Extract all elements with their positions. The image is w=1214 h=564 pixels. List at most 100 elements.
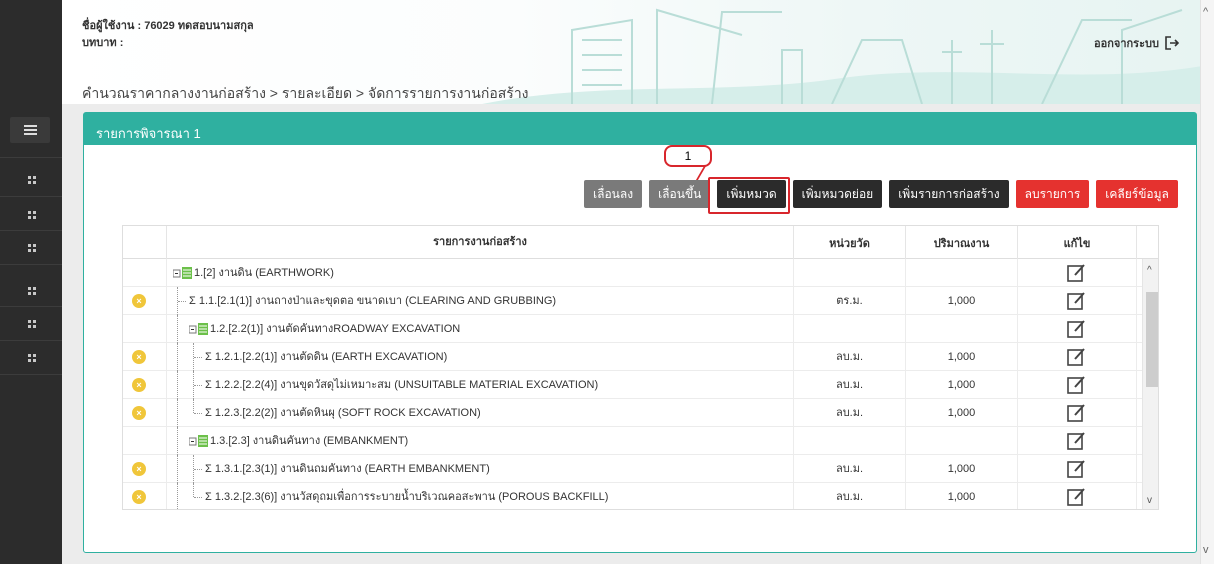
page-header: ชื่อผู้ใช้งาน : 76029 ทดสอบนามสกุล บทบาท… bbox=[62, 0, 1200, 104]
row-unit: ลบ.ม. bbox=[794, 371, 906, 399]
sidebar-item-5-icon[interactable] bbox=[28, 320, 36, 328]
delete-row-icon[interactable]: × bbox=[132, 462, 146, 476]
row-name: Σ 1.2.1.[2.2(1)] งานตัดดิน (EARTH EXCAVA… bbox=[205, 351, 448, 363]
breadcrumb: คำนวณราคากลางงานก่อสร้าง > รายละเอียด > … bbox=[82, 85, 529, 101]
table-scroll-up-icon[interactable]: ^ bbox=[1147, 265, 1152, 276]
edit-icon[interactable] bbox=[1066, 319, 1086, 339]
sidebar-divider bbox=[0, 196, 62, 197]
table-scroll-thumb[interactable] bbox=[1146, 292, 1158, 387]
row-name: 1.2.[2.2(1)] งานตัดคันทางROADWAY EXCAVAT… bbox=[210, 323, 461, 335]
row-unit bbox=[794, 427, 906, 455]
row-quantity: 1,000 bbox=[906, 399, 1018, 427]
sidebar-item-3-icon[interactable] bbox=[28, 244, 36, 252]
table-row[interactable]: 1.[2] งานดิน (EARTHWORK) bbox=[123, 259, 1142, 287]
tree-folder-icon[interactable] bbox=[173, 266, 193, 280]
user-role-label: บทบาท : bbox=[82, 37, 124, 49]
sidebar-divider bbox=[0, 306, 62, 307]
table-body: 1.[2] งานดิน (EARTHWORK) × Σ 1.1.[2.1(1)… bbox=[123, 259, 1142, 509]
sidebar-divider bbox=[0, 340, 62, 341]
row-name: 1.3.[2.3] งานดินคันทาง (EMBANKMENT) bbox=[210, 435, 409, 447]
row-quantity: 1,000 bbox=[906, 455, 1018, 483]
logout-label: ออกจากระบบ bbox=[1094, 38, 1159, 50]
table-row[interactable]: × Σ 1.2.1.[2.2(1)] งานตัดดิน (EARTH EXCA… bbox=[123, 343, 1142, 371]
table-row[interactable]: × Σ 1.2.3.[2.2(2)] งานตัดหินผุ (SOFT ROC… bbox=[123, 399, 1142, 427]
construction-items-table: รายการงานก่อสร้าง หน่วยวัด ปริมาณงาน แก้… bbox=[122, 225, 1159, 510]
scroll-down-icon[interactable]: v bbox=[1203, 544, 1209, 556]
row-unit: ลบ.ม. bbox=[794, 455, 906, 483]
action-toolbar: เลื่อนลง เลื่อนขึ้น เพิ่มหมวด เพิ่มหมวดย… bbox=[584, 180, 1178, 208]
row-name: Σ 1.2.2.[2.2(4)] งานขุดวัสดุไม่เหมาะสม (… bbox=[205, 379, 599, 391]
edit-icon[interactable] bbox=[1066, 487, 1086, 507]
delete-row-icon[interactable]: × bbox=[132, 294, 146, 308]
sidebar-divider bbox=[0, 157, 62, 158]
row-name: 1.[2] งานดิน (EARTHWORK) bbox=[194, 267, 334, 279]
header-edit: แก้ไข bbox=[1018, 226, 1137, 259]
delete-item-button[interactable]: ลบรายการ bbox=[1015, 180, 1090, 208]
edit-icon[interactable] bbox=[1066, 459, 1086, 479]
row-quantity: 1,000 bbox=[906, 371, 1018, 399]
row-unit: ตร.ม. bbox=[794, 287, 906, 315]
row-name: Σ 1.1.[2.1(1)] งานถางป่าและขุดตอ ขนาดเบา… bbox=[189, 295, 557, 307]
sidebar-item-1-icon[interactable] bbox=[28, 176, 36, 184]
delete-row-icon[interactable]: × bbox=[132, 406, 146, 420]
add-item-button[interactable]: เพิ่มรายการก่อสร้าง bbox=[889, 180, 1009, 208]
row-unit: ลบ.ม. bbox=[794, 483, 906, 509]
app-window: ชื่อผู้ใช้งาน : 76029 ทดสอบนามสกุล บทบาท… bbox=[0, 0, 1214, 564]
sidebar-divider bbox=[0, 264, 62, 265]
panel-title: รายการพิจารณา 1 bbox=[84, 113, 1196, 145]
tree-folder-icon[interactable] bbox=[189, 322, 209, 336]
hamburger-icon bbox=[23, 125, 37, 135]
edit-icon[interactable] bbox=[1066, 263, 1086, 283]
table-row[interactable]: × Σ 1.3.1.[2.3(1)] งานดินถมคันทาง (EARTH… bbox=[123, 455, 1142, 483]
page-scrollbar[interactable]: ^ v bbox=[1200, 0, 1214, 564]
annotation-callout: 1 bbox=[664, 145, 712, 167]
delete-row-icon[interactable]: × bbox=[132, 378, 146, 392]
row-quantity bbox=[906, 427, 1018, 455]
table-scrollbar[interactable]: ^ v bbox=[1142, 259, 1158, 509]
edit-icon[interactable] bbox=[1066, 347, 1086, 367]
table-row[interactable]: × Σ 1.3.2.[2.3(6)] งานวัสดุถมเพื่อการระบ… bbox=[123, 483, 1142, 509]
table-scroll-down-icon[interactable]: v bbox=[1147, 495, 1152, 506]
row-quantity bbox=[906, 259, 1018, 287]
edit-icon[interactable] bbox=[1066, 431, 1086, 451]
menu-toggle-button[interactable] bbox=[10, 117, 50, 143]
edit-icon[interactable] bbox=[1066, 403, 1086, 423]
header-delete-col bbox=[123, 226, 167, 259]
clear-data-button[interactable]: เคลียร์ข้อมูล bbox=[1096, 180, 1178, 208]
move-up-button[interactable]: เลื่อนขึ้น bbox=[649, 180, 711, 208]
row-quantity: 1,000 bbox=[906, 343, 1018, 371]
table-row[interactable]: 1.3.[2.3] งานดินคันทาง (EMBANKMENT) bbox=[123, 427, 1142, 455]
row-name: Σ 1.2.3.[2.2(2)] งานตัดหินผุ (SOFT ROCK … bbox=[205, 407, 481, 419]
row-quantity: 1,000 bbox=[906, 287, 1018, 315]
scroll-up-icon[interactable]: ^ bbox=[1203, 6, 1208, 18]
row-quantity bbox=[906, 315, 1018, 343]
row-unit bbox=[794, 315, 906, 343]
header-quantity: ปริมาณงาน bbox=[906, 226, 1018, 259]
row-quantity: 1,000 bbox=[906, 483, 1018, 509]
delete-row-icon[interactable]: × bbox=[132, 490, 146, 504]
table-row[interactable]: 1.2.[2.2(1)] งานตัดคันทางROADWAY EXCAVAT… bbox=[123, 315, 1142, 343]
table-row[interactable]: × Σ 1.1.[2.1(1)] งานถางป่าและขุดตอ ขนาดเ… bbox=[123, 287, 1142, 315]
edit-icon[interactable] bbox=[1066, 375, 1086, 395]
construction-banner-image bbox=[482, 8, 1200, 104]
sidebar-item-4-icon[interactable] bbox=[28, 287, 36, 295]
header-name: รายการงานก่อสร้าง bbox=[167, 226, 794, 259]
logout-icon bbox=[1165, 36, 1179, 50]
sidebar-item-6-icon[interactable] bbox=[28, 354, 36, 362]
row-name: Σ 1.3.2.[2.3(6)] งานวัสดุถมเพื่อการระบาย… bbox=[205, 491, 609, 503]
sidebar-divider bbox=[0, 374, 62, 375]
add-subcategory-button[interactable]: เพิ่มหมวดย่อย bbox=[792, 180, 883, 208]
sidebar-item-2-icon[interactable] bbox=[28, 211, 36, 219]
header-unit: หน่วยวัด bbox=[794, 226, 906, 259]
row-name: Σ 1.3.1.[2.3(1)] งานดินถมคันทาง (EARTH E… bbox=[205, 463, 490, 475]
delete-row-icon[interactable]: × bbox=[132, 350, 146, 364]
logout-button[interactable]: ออกจากระบบ bbox=[1094, 34, 1179, 52]
user-name-label: ชื่อผู้ใช้งาน : 76029 ทดสอบนามสกุล bbox=[82, 20, 254, 32]
sidebar-divider bbox=[0, 230, 62, 231]
move-down-button[interactable]: เลื่อนลง bbox=[584, 180, 643, 208]
annotation-highlight-box bbox=[708, 177, 790, 214]
edit-icon[interactable] bbox=[1066, 291, 1086, 311]
row-unit: ลบ.ม. bbox=[794, 343, 906, 371]
table-row[interactable]: × Σ 1.2.2.[2.2(4)] งานขุดวัสดุไม่เหมาะสม… bbox=[123, 371, 1142, 399]
tree-folder-icon[interactable] bbox=[189, 434, 209, 448]
